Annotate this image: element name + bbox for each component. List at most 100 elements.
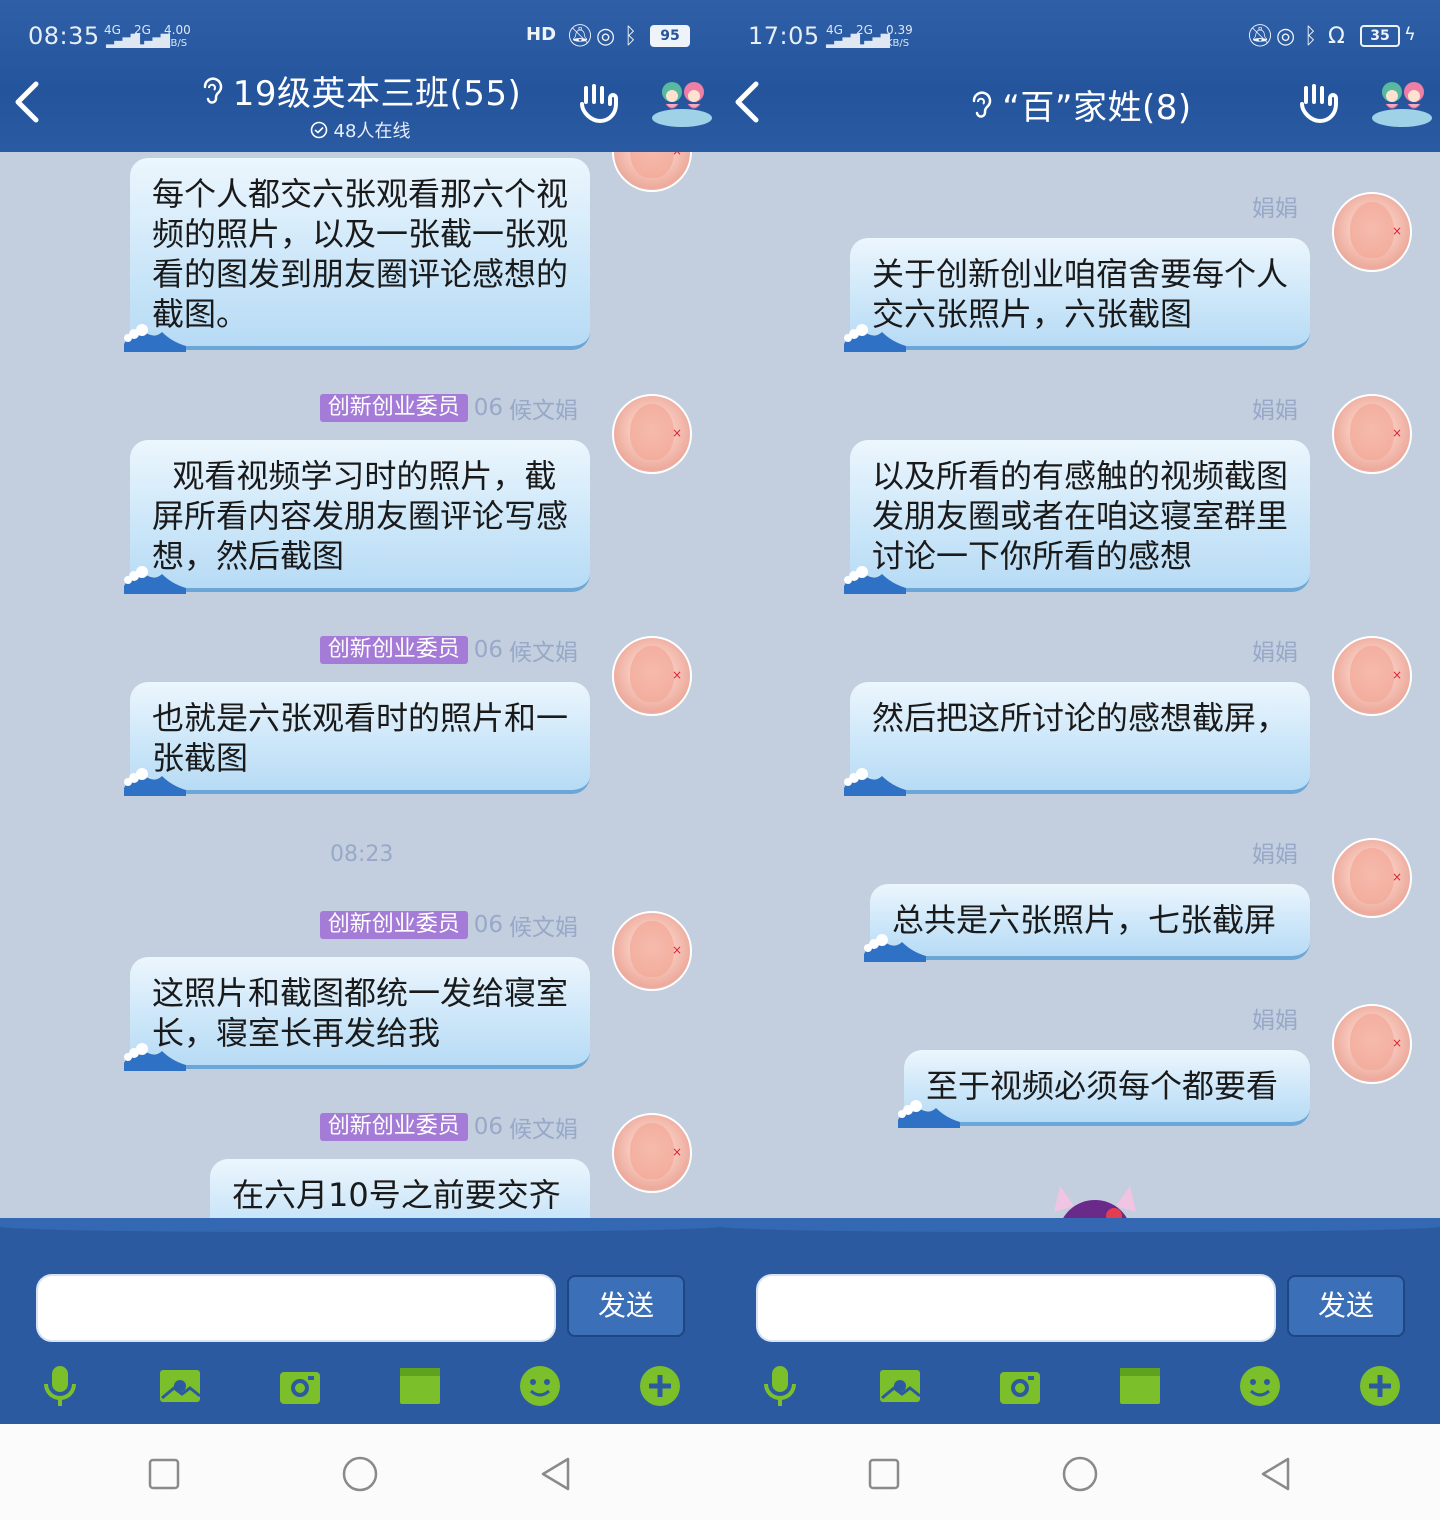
role-tag: 创新创业委员 [319,911,468,939]
gesture-hand-icon[interactable] [576,80,620,124]
message-bubble[interactable]: 每个人都交六张观看那六个视频的照片，以及一张截一张观看的图发到朋友圈评论感想的截… [124,158,590,352]
message-bubble[interactable]: 然后把这所讨论的感想截屏， [844,682,1310,796]
send-button[interactable]: 发送 [1287,1275,1405,1337]
image-icon[interactable] [878,1364,922,1408]
net-speed-unit: KB/S [886,38,910,49]
sender-avatar[interactable] [612,394,692,474]
back-button[interactable] [12,80,52,126]
input-bar: 发送 [720,1218,1440,1424]
message-text: 在六月10号之前要交齐 [232,1176,561,1214]
ear-icon [203,76,222,104]
message-bubble[interactable]: 关于创新创业咱宿舍要每个人交六张照片，六张截图 [844,238,1310,352]
mermaid-avatar-icon[interactable] [648,72,716,132]
status-bar: 08:35 4G ▂▄▆█ 2G ▂▄▆█ 4.00 KB/S HD 🔕︎ ◎ … [0,0,720,74]
chat-title: 19级英本三班(55) [232,74,522,114]
message-bubble[interactable]: 总共是六张照片，七张截屏 [864,884,1310,962]
wave-decoration-icon [844,566,906,594]
wave-decoration-icon [124,324,186,352]
sender-avatar[interactable] [1332,394,1412,474]
message-bubble[interactable]: 这照片和截图都统一发给寝室长，寝室长再发给我 [124,957,590,1071]
wave-decoration-icon [864,934,926,962]
message-input[interactable] [36,1274,556,1342]
sender-avatar[interactable] [612,1113,692,1193]
headphones-icon: Ω [1328,24,1345,49]
lock-rotation-icon: ◎ [1276,24,1296,49]
message-bubble[interactable]: 至于视频必须每个都要看 [898,1050,1310,1128]
emoji-icon[interactable] [518,1364,562,1408]
folder-icon[interactable] [1118,1364,1162,1408]
role-tag: 创新创业委员 [319,394,468,422]
sender-avatar[interactable] [1332,838,1412,918]
net-speed: 4.00 [164,23,191,37]
wave-decoration-icon [844,324,906,352]
message-bubble[interactable]: 也就是六张观看时的照片和一张截图 [124,682,590,796]
camera-icon[interactable] [278,1364,322,1408]
message-text: 以及所看的有感触的视频截图发朋友圈或者在咱这寝室群里讨论一下你所看的感想 [872,457,1289,575]
status-time: 08:35 [28,22,100,50]
message-list[interactable]: 每个人都交六张观看那六个视频的照片，以及一张截一张观看的图发到朋友圈评论感想的截… [0,152,720,1218]
message-bubble[interactable]: 在六月10号之前要交齐 [210,1159,590,1218]
chat-header: “百”家姓(8) [840,80,1320,160]
back-icon[interactable] [538,1456,574,1492]
sender-name: 候文娟 [509,915,578,941]
wave-decoration-icon [124,566,186,594]
wave-decoration-icon [898,1100,960,1128]
wave-decoration-icon [124,1043,186,1071]
home-icon[interactable] [1062,1456,1098,1492]
charging-icon: ϟ [1404,24,1416,45]
back-button[interactable] [732,80,772,126]
home-icon[interactable] [342,1456,378,1492]
plus-icon[interactable] [1358,1364,1402,1408]
sender-name: 娟娟 [1252,842,1298,868]
sender-name: 娟娟 [1252,1008,1298,1034]
send-button[interactable]: 发送 [567,1275,685,1337]
navigation-bar [0,1424,720,1520]
sender-name: 候文娟 [509,640,578,666]
message-text: 然后把这所讨论的感想截屏， [872,699,1289,737]
sender-line: 创新创业委员 06 候文娟 [319,394,578,424]
message-bubble[interactable]: 观看视频学习时的照片，截屏所看内容发朋友圈评论写感想，然后截图 [124,440,590,594]
toolbar [0,1358,720,1418]
sender-avatar[interactable] [612,911,692,991]
sender-line: 创新创业委员 06 候文娟 [319,911,578,941]
microphone-icon[interactable] [758,1364,802,1408]
hd-icon: HD [526,24,557,45]
sender-name: 候文娟 [509,1117,578,1143]
image-icon[interactable] [158,1364,202,1408]
emoji-icon[interactable] [1238,1364,1282,1408]
sender-avatar[interactable] [1332,636,1412,716]
recent-apps-icon[interactable] [146,1456,182,1492]
signal-icon: ▂▄▆█ [826,34,860,48]
message-list[interactable]: 娟娟 关于创新创业咱宿舍要每个人交六张照片，六张截图 娟娟 以及所看的有感触的视… [720,152,1440,1218]
navigation-bar [720,1424,1440,1520]
character-sticker-icon[interactable] [1040,1182,1150,1218]
camera-icon[interactable] [998,1364,1042,1408]
message-text: 这照片和截图都统一发给寝室长，寝室长再发给我 [152,974,569,1052]
mute-bell-icon: 🔕︎ [1246,24,1274,49]
sender-avatar[interactable] [612,636,692,716]
sender-avatar[interactable] [612,152,692,192]
chevron-left-icon [15,81,39,123]
folder-icon[interactable] [398,1364,442,1408]
message-timestamp: 08:23 [330,842,394,867]
back-icon[interactable] [1258,1456,1294,1492]
sender-avatar[interactable] [1332,192,1412,272]
message-input[interactable] [756,1274,1276,1342]
signal-icon: ▂▄▆█ [856,34,890,48]
mermaid-avatar-icon[interactable] [1368,72,1436,132]
microphone-icon[interactable] [38,1364,82,1408]
sender-avatar[interactable] [1332,1004,1412,1084]
online-check-icon [310,121,327,139]
plus-icon[interactable] [638,1364,682,1408]
status-time: 17:05 [748,22,820,50]
sender-number: 06 [473,637,503,663]
message-text: 总共是六张照片，七张截屏 [892,901,1277,939]
online-count: 48人在线 [333,121,411,142]
message-bubble[interactable]: 以及所看的有感触的视频截图发朋友圈或者在咱这寝室群里讨论一下你所看的感想 [844,440,1310,594]
wave-decoration-icon [844,768,906,796]
gesture-hand-icon[interactable] [1296,80,1340,124]
sender-line: 娟娟 [1252,394,1298,424]
recent-apps-icon[interactable] [866,1456,902,1492]
message-text: 观看视频学习时的照片，截屏所看内容发朋友圈评论写感想，然后截图 [152,457,569,575]
role-tag: 创新创业委员 [319,636,468,664]
